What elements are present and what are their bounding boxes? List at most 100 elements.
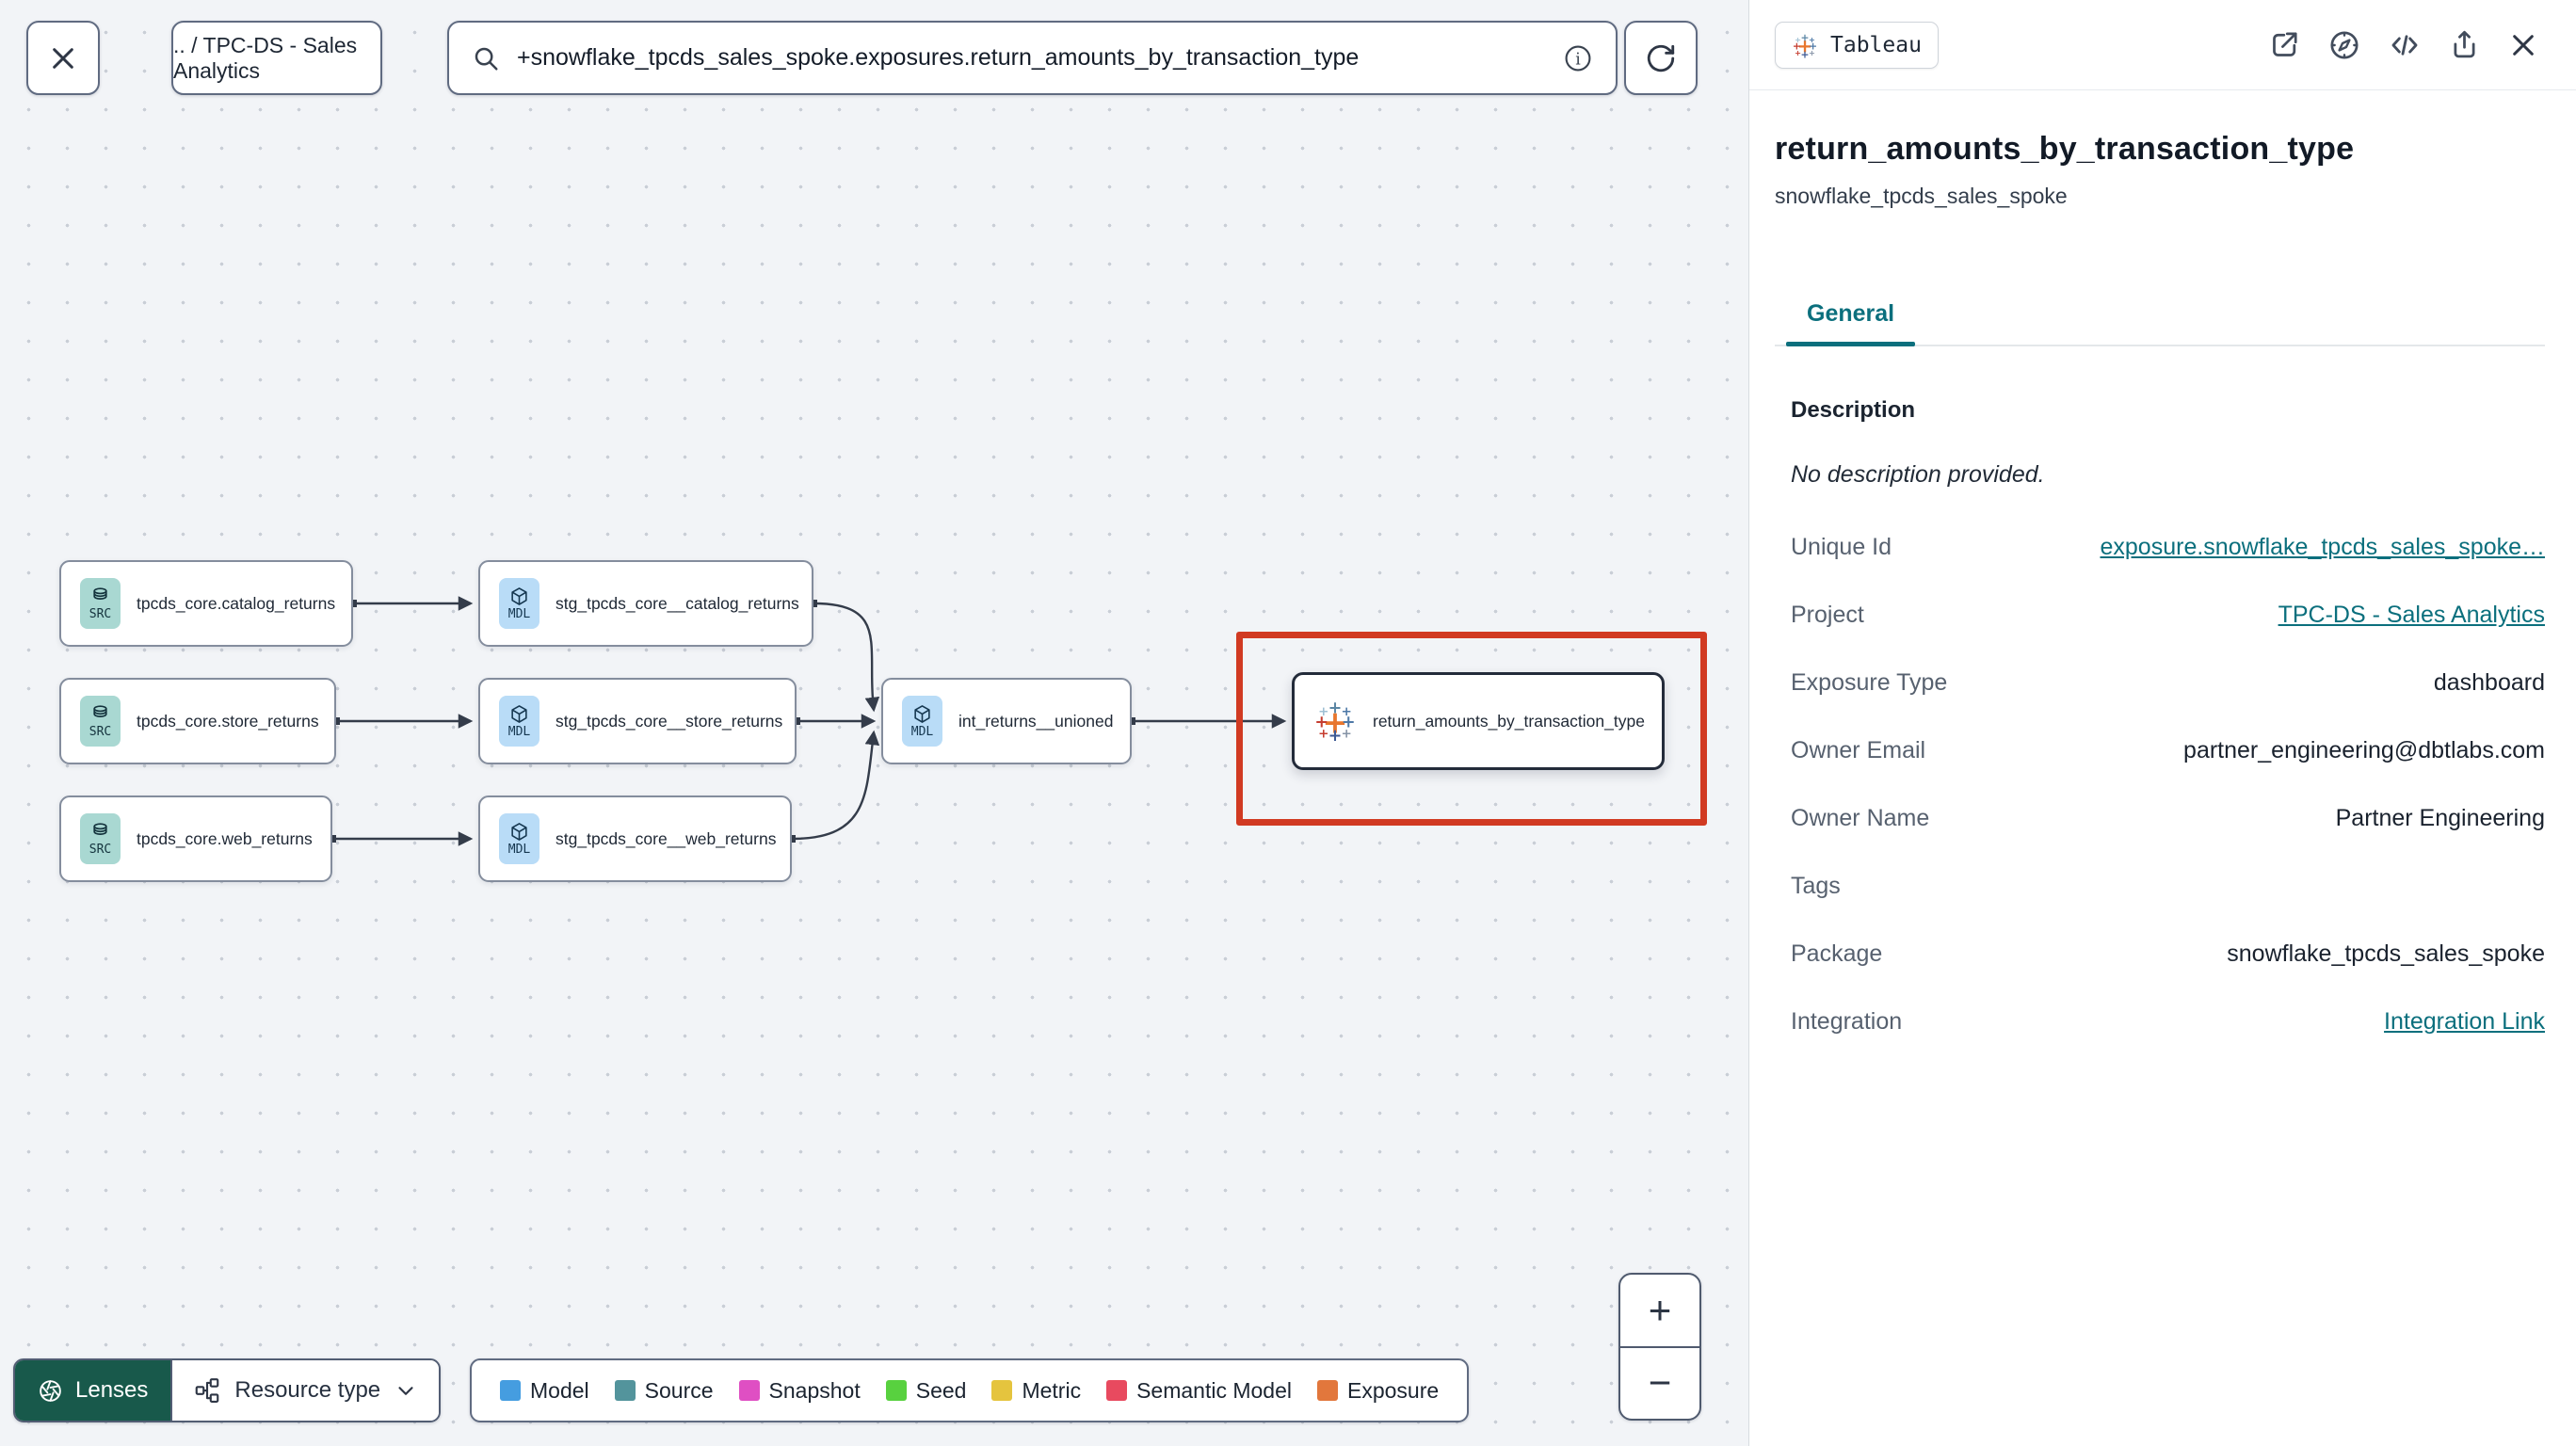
legend-swatch	[1317, 1380, 1338, 1401]
resource-type-label: Resource type	[234, 1377, 381, 1403]
field-link[interactable]: exposure.snowflake_tpcds_sales_spoke…	[2101, 534, 2546, 561]
source-badge-icon: SRC	[80, 813, 121, 864]
legend-swatch	[500, 1380, 521, 1401]
svg-text:+: +	[1801, 48, 1810, 58]
field-link[interactable]: TPC-DS - Sales Analytics	[2278, 602, 2545, 629]
node-stg-web-returns[interactable]: MDL stg_tpcds_core__web_returns	[478, 795, 792, 882]
integration-badge-label: Tableau	[1830, 32, 1922, 57]
lenses-icon	[38, 1378, 63, 1404]
field-label: Owner Name	[1791, 804, 1930, 831]
close-lineage-button[interactable]	[26, 21, 100, 95]
legend-item-model: Model	[500, 1378, 589, 1404]
refresh-button[interactable]	[1624, 21, 1698, 95]
tableau-logo-icon: + + + + + + + + +	[1792, 32, 1818, 58]
svg-text:+: +	[1328, 727, 1343, 743]
detail-fields: Unique Id exposure.snowflake_tpcds_sales_…	[1791, 513, 2545, 1055]
field-label: Owner Email	[1791, 736, 1926, 763]
breadcrumb[interactable]: .. / TPC-DS - Sales Analytics	[171, 21, 382, 95]
field-link[interactable]: Integration Link	[2384, 1008, 2545, 1036]
node-src-store-returns[interactable]: SRC tpcds_core.store_returns	[59, 678, 336, 764]
legend-label: Semantic Model	[1136, 1377, 1292, 1403]
legend-label: Seed	[915, 1377, 967, 1403]
model-badge-icon: MDL	[902, 696, 942, 747]
zoom-out-button[interactable]: −	[1620, 1348, 1699, 1420]
legend-label: Exposure	[1347, 1377, 1440, 1403]
model-badge-icon: MDL	[499, 578, 539, 629]
lineage-canvas[interactable]: SRC tpcds_core.catalog_returns MDL stg_tpcd…	[0, 0, 1748, 1446]
field-label: Tags	[1791, 872, 1841, 899]
lenses-button[interactable]: Lenses	[15, 1360, 171, 1421]
field-row-owner-name: Owner Name Partner Engineering	[1791, 784, 2545, 852]
resource-type-dropdown[interactable]: Resource type	[170, 1360, 440, 1421]
node-label: tpcds_core.store_returns	[137, 711, 319, 731]
legend-label: Metric	[1022, 1377, 1082, 1403]
package-subtitle: snowflake_tpcds_sales_spoke	[1775, 184, 2068, 208]
view-code-icon[interactable]	[2389, 29, 2421, 61]
lenses-control[interactable]: Lenses Resource type	[13, 1358, 442, 1422]
close-panel-icon[interactable]	[2508, 30, 2538, 60]
svg-text:+: +	[1342, 704, 1352, 719]
legend-label: Snapshot	[768, 1377, 861, 1403]
resource-legend: Model Source Snapshot Seed Metric Semantic Mo…	[470, 1358, 1470, 1422]
field-label: Unique Id	[1791, 533, 1892, 560]
field-value: partner_engineering@dbtlabs.com	[2183, 736, 2545, 763]
model-badge-icon: MDL	[499, 696, 539, 747]
svg-text:+: +	[1342, 727, 1352, 742]
node-stg-catalog-returns[interactable]: MDL stg_tpcds_core__catalog_returns	[478, 560, 813, 647]
source-badge-icon: SRC	[80, 696, 121, 747]
field-row-tags: Tags	[1791, 852, 2545, 920]
field-label: Exposure Type	[1791, 668, 1948, 696]
node-label: stg_tpcds_core__catalog_returns	[555, 593, 799, 613]
page-title: return_amounts_by_transaction_type	[1775, 131, 2355, 167]
svg-text:+: +	[1318, 704, 1328, 719]
legend-item-snapshot: Snapshot	[738, 1377, 861, 1404]
svg-text:+: +	[1809, 34, 1815, 43]
node-int-returns-unioned[interactable]: MDL int_returns__unioned	[881, 678, 1132, 764]
field-value: dashboard	[2433, 668, 2545, 696]
node-stg-store-returns[interactable]: MDL stg_tpcds_core__store_returns	[478, 678, 797, 764]
node-label: stg_tpcds_core__store_returns	[555, 711, 783, 731]
node-label: tpcds_core.web_returns	[137, 828, 313, 848]
breadcrumb-label: .. / TPC-DS - Sales Analytics	[173, 32, 358, 83]
legend-item-seed: Seed	[885, 1377, 967, 1404]
search-input[interactable]: +snowflake_tpcds_sales_spoke.exposures.r…	[517, 44, 1546, 72]
legend-swatch	[1106, 1380, 1128, 1401]
field-label: Project	[1791, 601, 1864, 628]
lineage-search[interactable]: +snowflake_tpcds_sales_spoke.exposures.r…	[447, 21, 1618, 95]
legend-item-exposure: Exposure	[1317, 1378, 1439, 1404]
node-exposure-return-amounts[interactable]: + + + + + + + + + return_amounts_by_transaction_t…	[1292, 672, 1665, 770]
share-icon[interactable]	[2449, 29, 2480, 60]
legend-item-source: Source	[614, 1378, 714, 1404]
tab-general[interactable]: General	[1786, 299, 1916, 346]
explore-lineage-icon[interactable]	[2328, 29, 2360, 61]
resource-type-icon	[193, 1376, 221, 1405]
panel-tabs: General	[1775, 299, 2545, 346]
description-value: No description provided.	[1791, 461, 2045, 488]
legend-swatch	[614, 1380, 636, 1401]
node-label: return_amounts_by_transaction_type	[1373, 711, 1645, 731]
search-icon	[472, 44, 500, 72]
legend-swatch	[991, 1380, 1013, 1401]
svg-text:+: +	[1809, 48, 1815, 57]
node-label: tpcds_core.catalog_returns	[137, 593, 336, 613]
details-panel: + + + + + + + + + Tableau return_amounts_by_tran…	[1748, 0, 2576, 1446]
model-badge-icon: MDL	[499, 813, 539, 864]
svg-text:+: +	[1328, 699, 1343, 717]
zoom-in-button[interactable]: +	[1620, 1275, 1699, 1348]
node-src-web-returns[interactable]: SRC tpcds_core.web_returns	[59, 795, 332, 882]
svg-text:+: +	[1795, 34, 1801, 43]
field-row-integration: Integration Integration Link	[1791, 988, 2545, 1055]
legend-item-semantic-model: Semantic Model	[1106, 1378, 1292, 1404]
field-row-unique-id: Unique Id exposure.snowflake_tpcds_sales_…	[1791, 513, 2545, 581]
open-external-icon[interactable]	[2269, 29, 2300, 60]
field-row-project: Project TPC-DS - Sales Analytics	[1791, 581, 2545, 649]
svg-text:+: +	[1801, 32, 1810, 43]
field-label: Integration	[1791, 1007, 1903, 1035]
info-icon[interactable]: i	[1563, 43, 1593, 73]
node-src-catalog-returns[interactable]: SRC tpcds_core.catalog_returns	[59, 560, 353, 647]
zoom-controls[interactable]: + −	[1618, 1273, 1701, 1421]
close-icon	[48, 43, 78, 73]
field-label: Package	[1791, 940, 1883, 967]
svg-text:+: +	[1318, 727, 1328, 742]
field-row-package: Package snowflake_tpcds_sales_spoke	[1791, 920, 2545, 988]
